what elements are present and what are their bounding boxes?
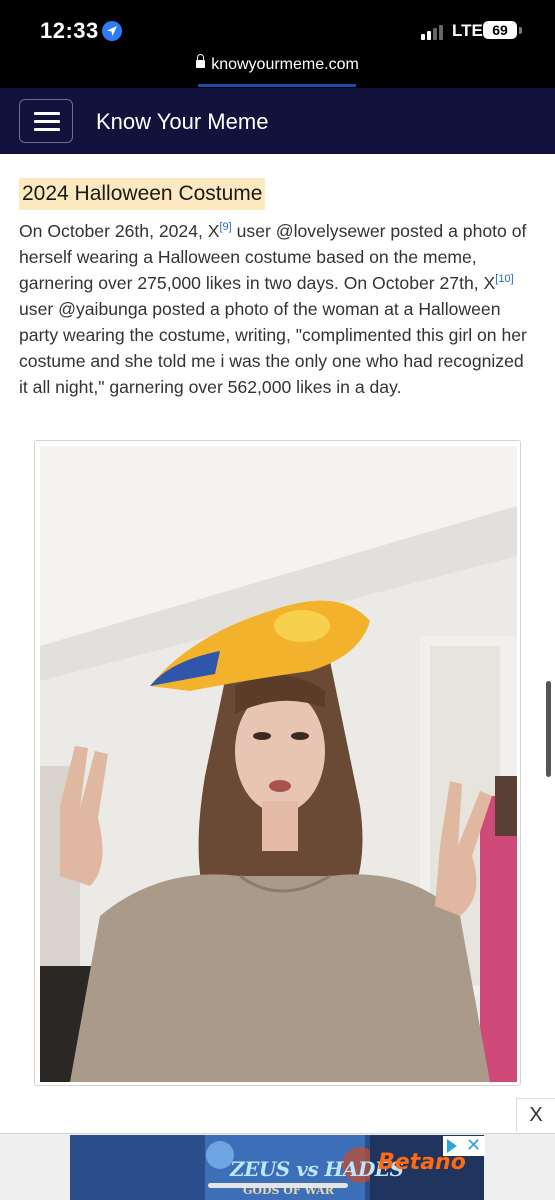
ad-dismiss-icon[interactable]: ✕ [466,1135,481,1156]
citation-link[interactable]: [9] [220,221,232,233]
paragraph-text: user @yaibunga posted a photo of the wom… [19,299,527,397]
article-image-frame [34,440,521,1086]
cellular-signal-icon [421,24,447,40]
article-paragraph: On October 26th, 2024, X[9] user @lovely… [19,218,535,400]
battery-tip [519,27,522,34]
lock-icon [196,54,206,68]
browser-url-bar[interactable]: knowyourmeme.com [0,50,555,88]
hamburger-icon-line [34,128,60,131]
citation-link[interactable]: [10] [495,273,513,285]
page-load-indicator [198,84,356,87]
hamburger-icon-line [34,120,60,123]
home-indicator[interactable] [208,1183,348,1188]
page-scrollbar[interactable] [546,681,551,777]
hamburger-menu-button[interactable] [19,99,73,143]
battery-icon: 69 [483,21,517,39]
network-type: LTE [452,21,483,40]
location-arrow-icon [102,21,122,41]
hamburger-icon-line [34,112,60,115]
status-time: 12:33 [40,18,99,43]
url-text[interactable]: knowyourmeme.com [211,56,359,73]
site-title[interactable]: Know Your Meme [96,109,268,135]
status-bar: 12:33 LTE 69 [0,0,555,50]
adchoices-icon[interactable]: ✕ [443,1135,485,1156]
site-header: Know Your Meme [0,88,555,154]
adchoices-triangle-icon [447,1139,457,1153]
paragraph-text: On October 26th, 2024, X [19,221,220,241]
section-heading: 2024 Halloween Costume [19,178,266,210]
costume-photo[interactable] [40,446,517,1082]
ad-close-button[interactable]: X [516,1098,555,1132]
